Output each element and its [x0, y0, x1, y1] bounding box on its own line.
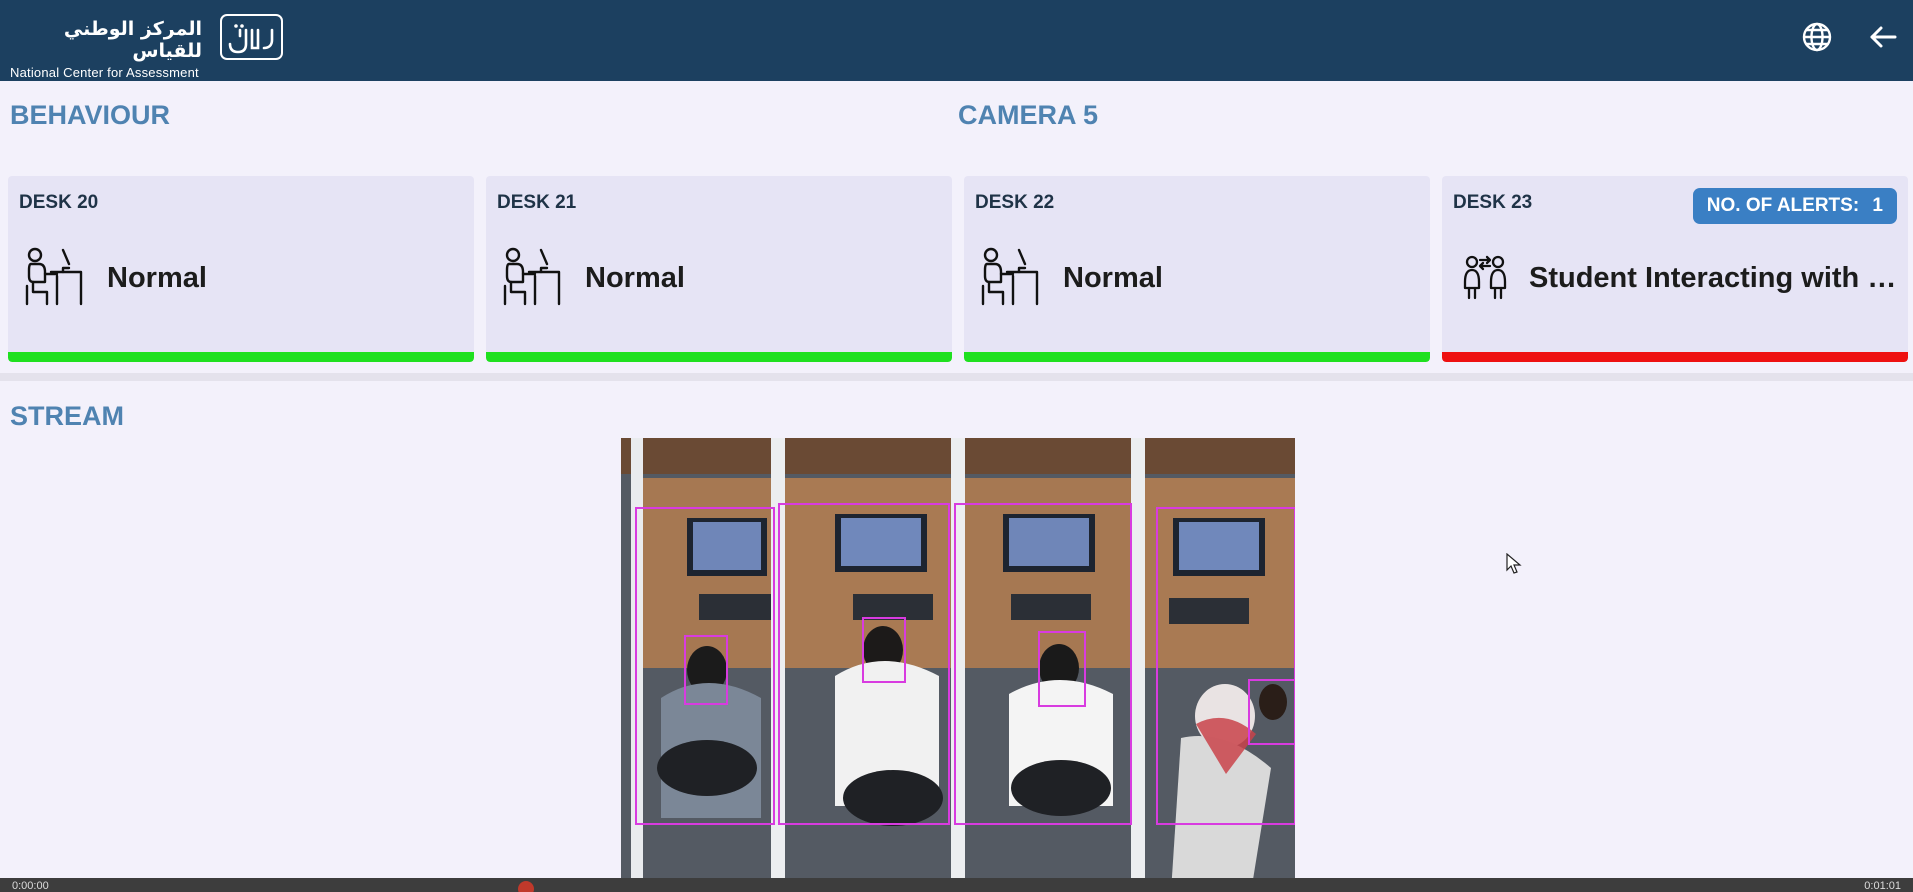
student-at-desk-icon	[501, 246, 561, 308]
scrubber-handle[interactable]	[518, 881, 534, 892]
org-name-english: National Center for Assessment	[10, 65, 199, 80]
time-elapsed: 0:00:00	[12, 880, 49, 892]
student-at-desk-icon	[23, 246, 83, 308]
students-interacting-icon	[1462, 254, 1508, 300]
camera-stream-video[interactable]	[621, 438, 1295, 892]
org-logo-text: المركز الوطني للقياس National Center for…	[10, 18, 202, 80]
time-total: 0:01:01	[1864, 880, 1901, 892]
status-bar-normal	[964, 352, 1430, 362]
student-at-desk-icon	[979, 246, 1039, 308]
video-progress-bar[interactable]: 0:00:00 0:01:01	[0, 878, 1913, 892]
arrow-left-icon[interactable]	[1866, 20, 1900, 54]
status-bar-alert	[1442, 352, 1908, 362]
org-logo-icon	[220, 14, 283, 60]
desk-label: DESK 22	[975, 192, 1055, 213]
status-bar-normal	[486, 352, 952, 362]
desk-card[interactable]: DESK 20 Normal	[8, 176, 474, 362]
desk-status: Normal	[107, 262, 207, 294]
org-name-arabic: المركز الوطني للقياس	[63, 18, 202, 62]
alerts-count: 1	[1872, 195, 1883, 216]
behaviour-section-title: BEHAVIOUR	[10, 100, 171, 130]
alerts-label: NO. OF ALERTS:	[1706, 195, 1860, 216]
mouse-pointer-icon	[1506, 552, 1522, 575]
desk-label: DESK 20	[19, 192, 99, 213]
desk-label: DESK 23	[1453, 192, 1533, 213]
section-divider	[0, 373, 1913, 381]
desk-status: Normal	[1063, 262, 1163, 294]
globe-icon[interactable]	[1800, 20, 1834, 54]
desk-card[interactable]: DESK 22 Normal	[964, 176, 1430, 362]
desk-card[interactable]: DESK 21 Normal	[486, 176, 952, 362]
camera-title: CAMERA 5	[958, 100, 1099, 130]
desk-status: Student Interacting with I...	[1529, 262, 1897, 294]
desk-status: Normal	[585, 262, 685, 294]
desk-card-alert[interactable]: DESK 23 NO. OF ALERTS: 1 Student Interac…	[1442, 176, 1908, 362]
stream-section-title: STREAM	[10, 401, 124, 431]
top-app-bar: المركز الوطني للقياس National Center for…	[0, 0, 1913, 81]
alerts-count-badge[interactable]: NO. OF ALERTS: 1	[1692, 188, 1897, 224]
status-bar-normal	[8, 352, 474, 362]
desk-label: DESK 21	[497, 192, 577, 213]
